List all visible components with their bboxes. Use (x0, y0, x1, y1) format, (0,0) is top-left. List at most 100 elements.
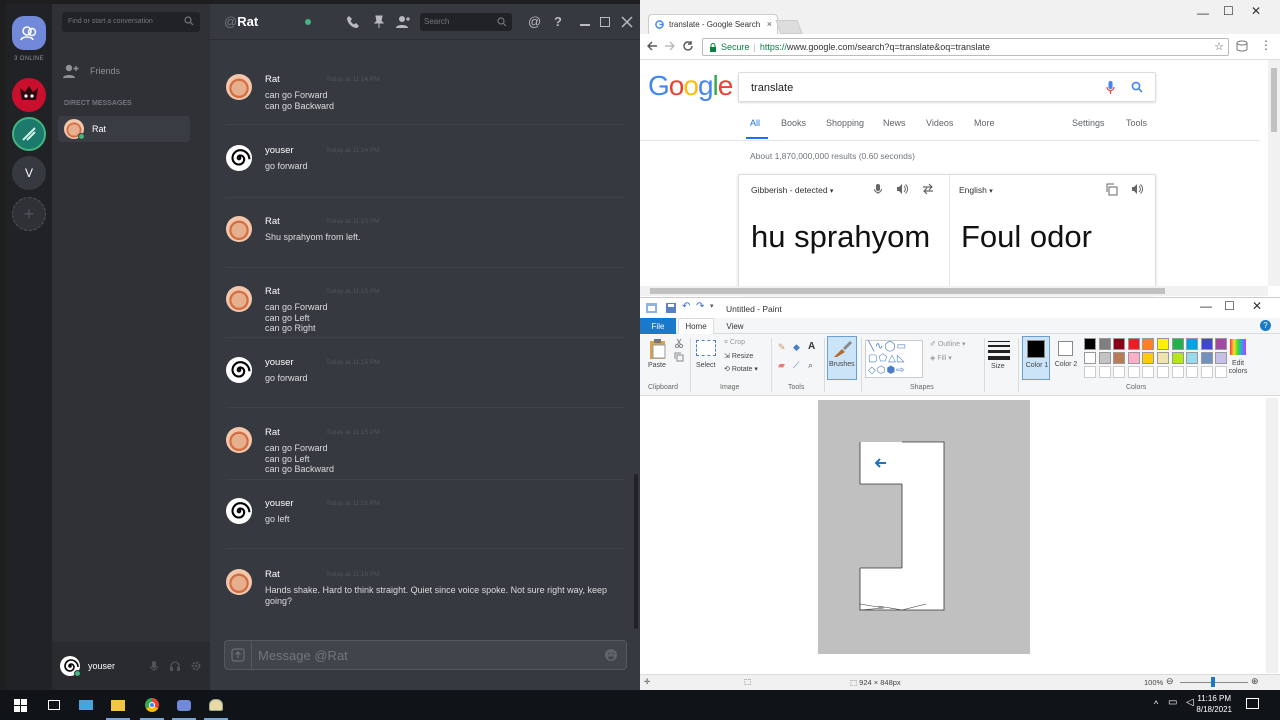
custom-color-slot[interactable] (1142, 366, 1155, 378)
shape-diamond-icon[interactable]: ◇ (868, 365, 877, 376)
close-icon[interactable]: ✕ (1251, 4, 1261, 18)
taskbar-file-explorer[interactable] (102, 690, 134, 720)
google-logo[interactable]: Google (648, 70, 733, 102)
fill-dropdown[interactable]: ◈ Fill ▾ (930, 354, 952, 362)
shape-arrow-icon[interactable]: ⇨ (896, 365, 905, 376)
tab-all[interactable]: All (750, 118, 760, 128)
rotate-button[interactable]: ⟲ Rotate ▾ (724, 365, 758, 373)
shape-triangle-icon[interactable]: △ (888, 353, 897, 364)
help-icon[interactable]: ? (1260, 320, 1271, 331)
tray-chevron-icon[interactable]: ^ (1154, 699, 1158, 709)
source-language-select[interactable]: Gibberish - detected ▾ (751, 185, 833, 195)
close-icon[interactable]: ✕ (1252, 299, 1262, 313)
cut-icon[interactable] (674, 338, 684, 348)
custom-color-slot[interactable] (1127, 366, 1140, 378)
vertical-scrollbar[interactable] (1266, 398, 1278, 673)
upload-button[interactable] (225, 641, 251, 669)
forward-icon[interactable] (664, 40, 676, 52)
youser-avatar[interactable] (226, 145, 252, 171)
palette-swatch[interactable] (1098, 338, 1111, 350)
palette-swatch[interactable] (1127, 338, 1140, 350)
custom-color-slot[interactable] (1186, 366, 1199, 378)
microphone-icon[interactable] (1106, 81, 1115, 94)
palette-swatch[interactable] (1186, 352, 1199, 364)
speaker-icon[interactable] (896, 183, 908, 195)
dm-item-rat[interactable]: Rat (58, 116, 190, 142)
taskbar-paint[interactable] (200, 690, 232, 720)
tab-file[interactable]: File (640, 318, 676, 334)
browser-tab[interactable]: translate - Google Search × (648, 14, 778, 34)
shape-pentagon-icon[interactable]: ⬡ (877, 365, 887, 376)
system-clock[interactable]: 11:16 PM 8/18/2021 (1196, 693, 1232, 715)
message-author[interactable]: youser (265, 145, 294, 156)
custom-color-slot[interactable] (1171, 366, 1184, 378)
message-author[interactable]: Rat (265, 216, 280, 227)
help-icon[interactable]: ? (554, 15, 568, 29)
target-language-select[interactable]: English ▾ (959, 185, 993, 195)
shape-right-triangle-icon[interactable]: ◺ (897, 353, 906, 364)
shape-rounded-rectangle-icon[interactable]: ▢ (868, 353, 878, 364)
gear-icon[interactable] (190, 660, 202, 672)
zoom-out-icon[interactable]: ⊖ (1166, 676, 1174, 687)
new-tab-button[interactable] (775, 20, 803, 34)
message-author[interactable]: youser (265, 498, 294, 509)
server-v-icon[interactable]: V (12, 156, 46, 190)
home-friends-icon[interactable] (12, 16, 46, 50)
drawing-canvas[interactable] (818, 400, 1030, 654)
size-button[interactable]: Size (988, 338, 1014, 378)
fill-bucket-icon[interactable]: ◆ (793, 342, 800, 353)
menu-icon[interactable]: ⋮ (1260, 38, 1272, 52)
back-icon[interactable] (646, 40, 658, 52)
save-icon[interactable] (666, 303, 676, 313)
custom-color-slot[interactable] (1200, 366, 1213, 378)
horizontal-scrollbar[interactable] (640, 286, 1268, 296)
palette-swatch[interactable] (1113, 338, 1126, 350)
palette-swatch[interactable] (1200, 352, 1213, 364)
resize-button[interactable]: ⇲ Resize (724, 352, 753, 360)
minimize-icon[interactable]: — (1200, 299, 1212, 313)
custom-color-slot[interactable] (1113, 366, 1126, 378)
tab-settings[interactable]: Settings (1072, 118, 1105, 128)
message-author[interactable]: Rat (265, 286, 280, 297)
microphone-icon[interactable] (872, 183, 884, 195)
palette-swatch[interactable] (1127, 352, 1140, 364)
network-icon[interactable]: ▭ (1168, 697, 1177, 708)
maximize-icon[interactable] (600, 15, 614, 29)
maximize-icon[interactable]: ☐ (1224, 299, 1235, 313)
minimize-icon[interactable] (580, 15, 594, 29)
swap-languages-icon[interactable] (922, 183, 934, 195)
server-red-icon[interactable] (12, 78, 46, 112)
custom-color-slot[interactable] (1084, 366, 1096, 378)
pencil-icon[interactable]: ✎ (778, 342, 786, 353)
brushes-button[interactable]: Brushes (827, 336, 857, 380)
palette-swatch[interactable] (1142, 338, 1155, 350)
speaker-icon[interactable] (1131, 183, 1143, 195)
palette-swatch[interactable] (1171, 338, 1184, 350)
text-tool-icon[interactable]: A (808, 341, 815, 352)
volume-icon[interactable]: ◁ (1186, 697, 1194, 708)
close-icon[interactable] (620, 15, 634, 29)
zoom-in-icon[interactable]: ⊕ (1251, 676, 1259, 687)
shape-oval-icon[interactable]: ◯ (884, 341, 896, 352)
server-green-icon[interactable] (12, 117, 46, 151)
palette-swatch[interactable] (1157, 338, 1169, 350)
reload-icon[interactable] (682, 40, 694, 52)
rat-avatar[interactable] (226, 427, 252, 453)
vertical-scrollbar[interactable] (1268, 60, 1280, 286)
extension-icon[interactable] (1236, 40, 1248, 52)
tab-books[interactable]: Books (781, 118, 806, 128)
tab-more[interactable]: More (974, 118, 995, 128)
taskbar-chrome[interactable] (136, 690, 168, 720)
taskbar-app-screen[interactable] (70, 690, 102, 720)
outline-dropdown[interactable]: ✐ Outline ▾ (930, 340, 965, 348)
magnifier-icon[interactable]: ⌕ (808, 360, 813, 371)
copy-icon[interactable] (674, 352, 684, 362)
tab-tools[interactable]: Tools (1126, 118, 1147, 128)
tab-videos[interactable]: Videos (926, 118, 953, 128)
pin-icon[interactable] (372, 15, 386, 29)
add-server-icon[interactable]: + (12, 197, 46, 231)
rat-avatar[interactable] (226, 216, 252, 242)
self-avatar[interactable] (60, 656, 81, 677)
google-search-input[interactable]: translate (738, 72, 1156, 102)
custom-color-slot[interactable] (1098, 366, 1111, 378)
